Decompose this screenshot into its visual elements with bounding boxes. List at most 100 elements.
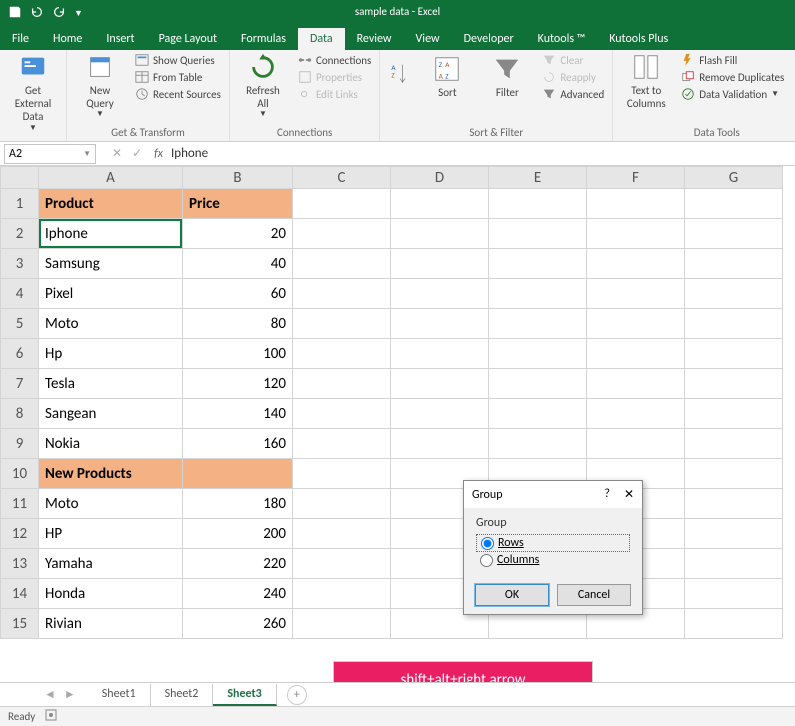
cell[interactable]	[293, 489, 391, 519]
sheet-tab-sheet1[interactable]: Sheet1	[88, 684, 151, 706]
cell[interactable]	[587, 219, 685, 249]
name-box[interactable]: A2▼	[4, 144, 96, 164]
flash-fill-button[interactable]: Flash Fill	[679, 52, 786, 68]
cell[interactable]	[293, 399, 391, 429]
cell[interactable]	[391, 429, 489, 459]
tab-insert[interactable]: Insert	[94, 28, 146, 50]
cell[interactable]	[293, 249, 391, 279]
clear-filter-button[interactable]: Clear	[540, 52, 606, 68]
cell[interactable]	[685, 579, 783, 609]
cell[interactable]	[293, 579, 391, 609]
cell[interactable]: 260	[183, 609, 293, 639]
new-query-button[interactable]: New Query▼	[73, 52, 127, 120]
row-header[interactable]: 8	[1, 399, 39, 429]
col-header-C[interactable]: C	[293, 167, 391, 189]
cell[interactable]	[293, 309, 391, 339]
cell[interactable]	[489, 369, 587, 399]
cell[interactable]	[587, 429, 685, 459]
select-all-corner[interactable]	[1, 167, 39, 189]
qat-dropdown-icon[interactable]: ▼	[74, 8, 83, 19]
cell[interactable]	[685, 519, 783, 549]
col-header-A[interactable]: A	[39, 167, 183, 189]
cell[interactable]	[685, 459, 783, 489]
cell[interactable]: Honda	[39, 579, 183, 609]
tab-data[interactable]: Data	[298, 28, 345, 50]
cell[interactable]: 100	[183, 339, 293, 369]
cell[interactable]	[587, 249, 685, 279]
remove-duplicates-button[interactable]: Remove Duplicates	[679, 69, 786, 85]
cell[interactable]	[293, 429, 391, 459]
col-header-F[interactable]: F	[587, 167, 685, 189]
advanced-filter-button[interactable]: Advanced	[540, 86, 606, 102]
row-header[interactable]: 2	[1, 219, 39, 249]
reapply-button[interactable]: Reapply	[540, 69, 606, 85]
row-header[interactable]: 3	[1, 249, 39, 279]
cell[interactable]	[391, 339, 489, 369]
tab-kutoolsplus[interactable]: Kutools Plus	[597, 28, 680, 50]
cell[interactable]: Product	[39, 189, 183, 219]
redo-icon[interactable]	[52, 5, 66, 22]
help-icon[interactable]: ?	[604, 487, 610, 502]
cell[interactable]: Iphone	[39, 219, 183, 249]
radio-rows[interactable]: Rows	[476, 534, 630, 552]
cell[interactable]: HP	[39, 519, 183, 549]
radio-rows-input[interactable]	[481, 537, 494, 550]
cell[interactable]	[391, 399, 489, 429]
cell[interactable]	[685, 219, 783, 249]
row-header[interactable]: 12	[1, 519, 39, 549]
cell[interactable]	[183, 459, 293, 489]
tab-file[interactable]: File	[0, 28, 41, 50]
cell[interactable]: Rivian	[39, 609, 183, 639]
cell[interactable]: 40	[183, 249, 293, 279]
cell[interactable]: 180	[183, 489, 293, 519]
tab-pagelayout[interactable]: Page Layout	[147, 28, 229, 50]
macro-record-icon[interactable]	[45, 709, 57, 724]
cell[interactable]	[293, 189, 391, 219]
spreadsheet-grid[interactable]: ABCDEFG 1ProductPrice2Iphone203Samsung40…	[0, 166, 783, 639]
sort-button[interactable]: ZAAZ Sort	[420, 52, 474, 102]
row-header[interactable]: 15	[1, 609, 39, 639]
cell[interactable]: Tesla	[39, 369, 183, 399]
cell[interactable]	[293, 219, 391, 249]
row-header[interactable]: 5	[1, 309, 39, 339]
cell[interactable]	[587, 369, 685, 399]
cell[interactable]: 220	[183, 549, 293, 579]
cell[interactable]: Moto	[39, 489, 183, 519]
row-header[interactable]: 13	[1, 549, 39, 579]
cell[interactable]	[489, 309, 587, 339]
cell[interactable]	[685, 189, 783, 219]
cell[interactable]	[685, 429, 783, 459]
show-queries-button[interactable]: Show Queries	[133, 52, 223, 68]
col-header-G[interactable]: G	[685, 167, 783, 189]
row-header[interactable]: 9	[1, 429, 39, 459]
cell[interactable]	[293, 459, 391, 489]
cell[interactable]	[293, 519, 391, 549]
data-validation-button[interactable]: Data Validation ▼	[679, 86, 786, 102]
cell[interactable]	[685, 609, 783, 639]
cell[interactable]: 60	[183, 279, 293, 309]
cell[interactable]: Hp	[39, 339, 183, 369]
cell[interactable]: 140	[183, 399, 293, 429]
col-header-E[interactable]: E	[489, 167, 587, 189]
sheet-nav-next-icon[interactable]: ►	[60, 687, 80, 702]
tab-view[interactable]: View	[404, 28, 452, 50]
cell[interactable]: New Products	[39, 459, 183, 489]
tab-developer[interactable]: Developer	[452, 28, 526, 50]
cell[interactable]	[391, 249, 489, 279]
from-table-button[interactable]: From Table	[133, 69, 223, 85]
cell[interactable]: 80	[183, 309, 293, 339]
cell[interactable]	[685, 489, 783, 519]
tab-formulas[interactable]: Formulas	[229, 28, 298, 50]
cell[interactable]	[685, 249, 783, 279]
undo-icon[interactable]	[30, 5, 44, 22]
cell[interactable]: Price	[183, 189, 293, 219]
recent-sources-button[interactable]: Recent Sources	[133, 86, 223, 102]
cell[interactable]: Pixel	[39, 279, 183, 309]
cell[interactable]	[293, 369, 391, 399]
cell[interactable]	[587, 339, 685, 369]
row-header[interactable]: 7	[1, 369, 39, 399]
cell[interactable]	[685, 339, 783, 369]
cell[interactable]	[293, 339, 391, 369]
cell[interactable]: Yamaha	[39, 549, 183, 579]
cell[interactable]	[391, 369, 489, 399]
